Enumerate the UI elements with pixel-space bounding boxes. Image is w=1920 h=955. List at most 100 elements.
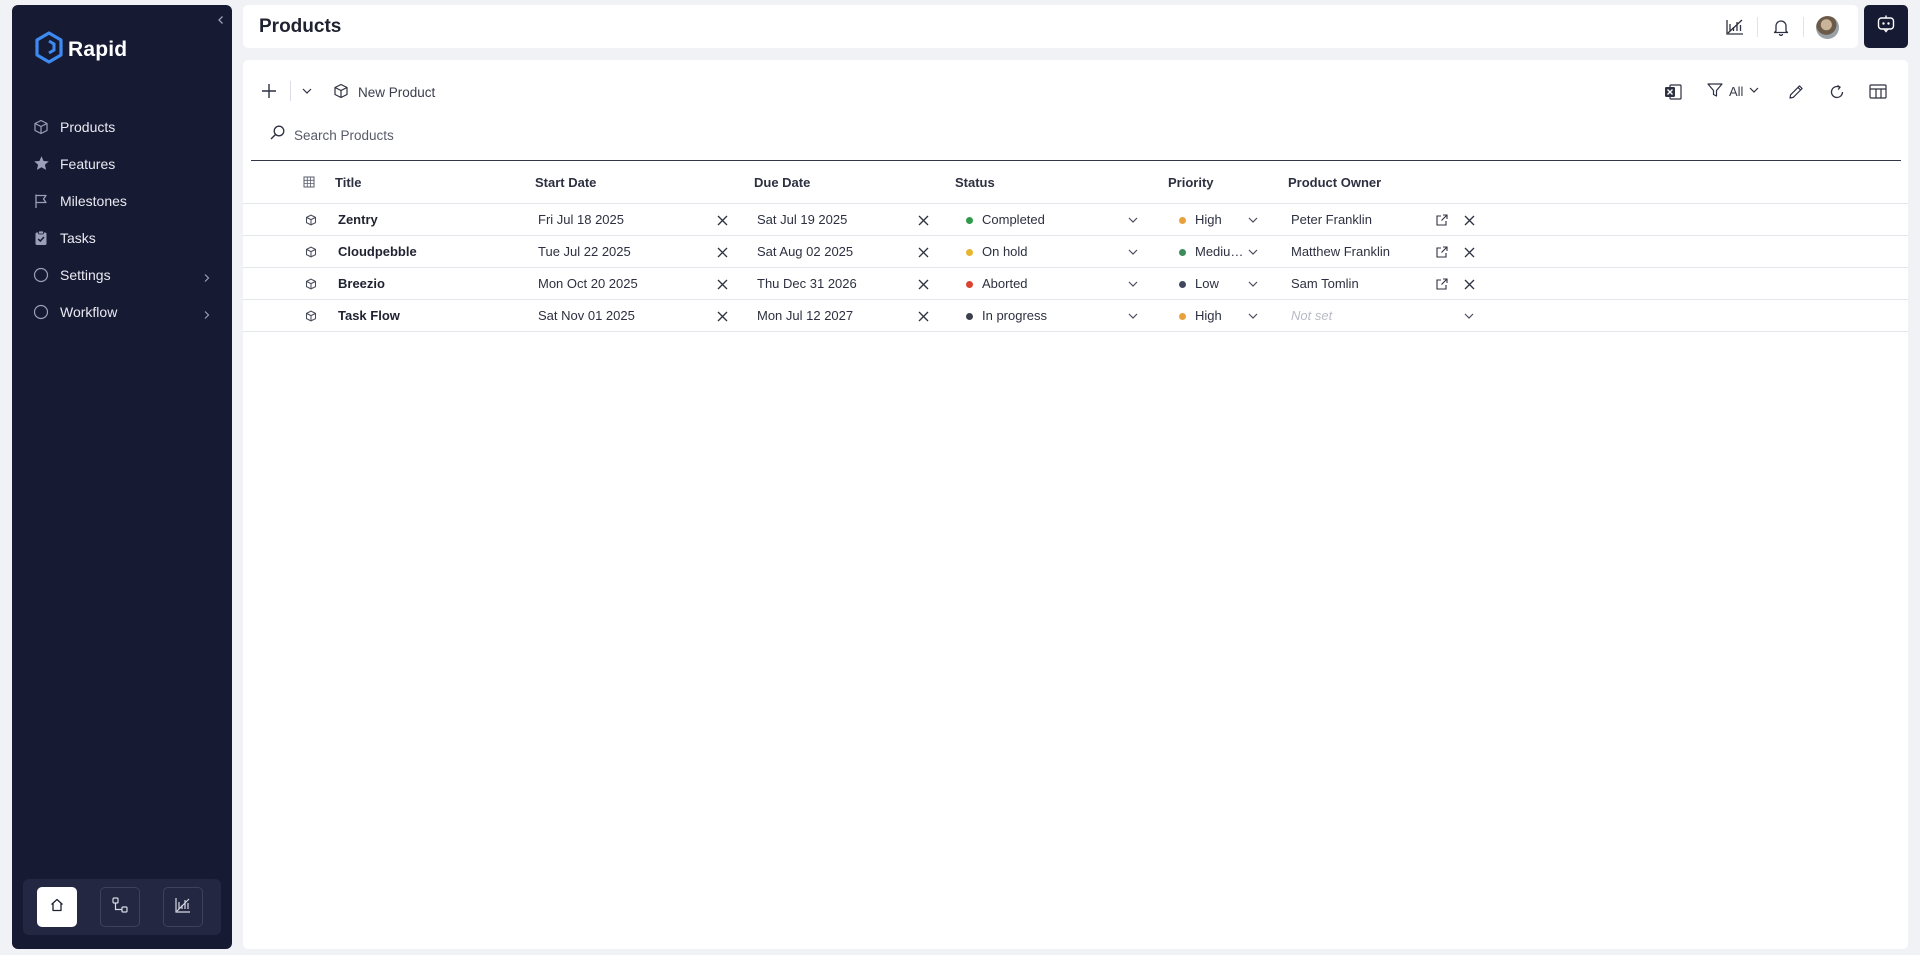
column-header-title[interactable]: Title — [335, 175, 362, 190]
clear-due-date-icon[interactable] — [915, 212, 931, 228]
priority-chevron-down-icon[interactable] — [1245, 212, 1261, 228]
owner-chevron-down-icon[interactable] — [1461, 308, 1477, 324]
due-date-field[interactable]: Sat Jul 19 2025 — [757, 212, 847, 227]
clear-owner-icon[interactable] — [1461, 276, 1477, 292]
sidebar-item-workflow[interactable]: Workflow — [12, 293, 232, 330]
status-chevron-down-icon[interactable] — [1125, 308, 1141, 324]
clear-start-date-icon[interactable] — [714, 212, 730, 228]
home-button[interactable] — [37, 887, 77, 927]
collapse-sidebar-icon[interactable] — [214, 13, 228, 27]
excel-export-icon[interactable] — [1661, 80, 1685, 104]
bell-icon[interactable] — [1769, 15, 1793, 39]
priority-value[interactable]: Low — [1195, 276, 1219, 291]
clear-start-date-icon[interactable] — [714, 244, 730, 260]
app-logo[interactable]: Rapid — [34, 31, 127, 69]
filter-dropdown[interactable]: All — [1706, 81, 1760, 102]
due-date-field[interactable]: Thu Dec 31 2026 — [757, 276, 857, 291]
status-chevron-down-icon[interactable] — [1125, 276, 1141, 292]
sidebar-item-features[interactable]: Features — [12, 145, 232, 182]
star-icon — [31, 154, 51, 174]
top-header: Products — [243, 5, 1858, 48]
sidebar-item-tasks[interactable]: Tasks — [12, 219, 232, 256]
column-header-status[interactable]: Status — [955, 175, 995, 190]
status-value[interactable]: In progress — [982, 308, 1047, 323]
start-date-field[interactable]: Mon Oct 20 2025 — [538, 276, 638, 291]
due-date-field[interactable]: Sat Aug 02 2025 — [757, 244, 853, 259]
new-product-label: New Product — [358, 84, 436, 100]
priority-chevron-down-icon[interactable] — [1245, 308, 1261, 324]
sidebar-item-products[interactable]: Products — [12, 108, 232, 145]
clipboard-check-icon — [31, 228, 51, 248]
priority-chevron-down-icon[interactable] — [1245, 276, 1261, 292]
chart-icon[interactable] — [1723, 15, 1747, 39]
table-header: Title Start Date Due Date Status Priorit… — [243, 161, 1908, 204]
sidebar-item-milestones[interactable]: Milestones — [12, 182, 232, 219]
product-owner-value[interactable]: Sam Tomlin — [1291, 276, 1359, 291]
assistant-button[interactable] — [1864, 5, 1908, 48]
priority-color-dot — [1179, 281, 1186, 288]
product-title[interactable]: Task Flow — [338, 308, 400, 323]
divider — [1757, 17, 1758, 37]
new-product-button[interactable]: New Product — [333, 81, 435, 103]
avatar[interactable] — [1816, 16, 1839, 39]
due-date-field[interactable]: Mon Jul 12 2027 — [757, 308, 853, 323]
app-name: Rapid — [68, 38, 128, 61]
sidebar-item-label: Settings — [60, 266, 111, 283]
chat-bot-icon — [1876, 14, 1896, 39]
column-header-due-date[interactable]: Due Date — [754, 175, 810, 190]
open-link-icon[interactable] — [1434, 212, 1450, 228]
add-button[interactable] — [257, 79, 281, 103]
column-header-start-date[interactable]: Start Date — [535, 175, 596, 190]
priority-color-dot — [1179, 217, 1186, 224]
clear-due-date-icon[interactable] — [915, 308, 931, 324]
workflow-diagram-button[interactable] — [100, 887, 140, 927]
priority-value[interactable]: High — [1195, 308, 1222, 323]
status-value[interactable]: Aborted — [982, 276, 1028, 291]
clear-due-date-icon[interactable] — [915, 244, 931, 260]
divider — [1803, 17, 1804, 37]
grid-icon[interactable] — [301, 174, 317, 190]
product-title[interactable]: Breezio — [338, 276, 385, 291]
clear-due-date-icon[interactable] — [915, 276, 931, 292]
sidebar-nav: Products Features Milestones Tasks Setti… — [12, 108, 232, 330]
clear-owner-icon[interactable] — [1461, 244, 1477, 260]
sidebar-item-label: Products — [60, 118, 116, 135]
priority-chevron-down-icon[interactable] — [1245, 244, 1261, 260]
status-value[interactable]: On hold — [982, 244, 1028, 259]
product-owner-value[interactable]: Matthew Franklin — [1291, 244, 1390, 259]
refresh-icon[interactable] — [1825, 80, 1849, 104]
product-title[interactable]: Zentry — [338, 212, 378, 227]
priority-value[interactable]: High — [1195, 212, 1222, 227]
column-header-priority[interactable]: Priority — [1168, 175, 1214, 190]
table-row[interactable]: Zentry Fri Jul 18 2025 Sat Jul 19 2025 Comp… — [243, 204, 1908, 236]
product-title[interactable]: Cloudpebble — [338, 244, 417, 259]
start-date-field[interactable]: Sat Nov 01 2025 — [538, 308, 635, 323]
analytics-button[interactable] — [163, 887, 203, 927]
table-row[interactable]: Cloudpebble Tue Jul 22 2025 Sat Aug 02 202… — [243, 236, 1908, 268]
status-chevron-down-icon[interactable] — [1125, 244, 1141, 260]
product-owner-value[interactable]: Not set — [1291, 308, 1332, 323]
table-row[interactable]: Task Flow Sat Nov 01 2025 Mon Jul 12 2027 I… — [243, 300, 1908, 332]
product-owner-value[interactable]: Peter Franklin — [1291, 212, 1372, 227]
table-settings-icon[interactable] — [1866, 80, 1890, 104]
priority-value[interactable]: Mediu… — [1195, 244, 1243, 259]
search-input[interactable] — [294, 127, 694, 143]
open-link-icon[interactable] — [1434, 244, 1450, 260]
clear-start-date-icon[interactable] — [714, 276, 730, 292]
search-icon — [269, 124, 286, 146]
sidebar-item-settings[interactable]: Settings — [12, 256, 232, 293]
edit-pencil-icon[interactable] — [1784, 80, 1808, 104]
start-date-field[interactable]: Fri Jul 18 2025 — [538, 212, 624, 227]
status-chevron-down-icon[interactable] — [1125, 212, 1141, 228]
status-value[interactable]: Completed — [982, 212, 1045, 227]
clear-owner-icon[interactable] — [1461, 212, 1477, 228]
sidebar: Rapid Products Features Milestones Tasks — [12, 5, 232, 949]
table-row[interactable]: Breezio Mon Oct 20 2025 Thu Dec 31 2026 Abo… — [243, 268, 1908, 300]
add-dropdown-chevron-icon[interactable] — [295, 79, 319, 103]
chevron-right-icon — [202, 270, 212, 282]
start-date-field[interactable]: Tue Jul 22 2025 — [538, 244, 631, 259]
column-header-product-owner[interactable]: Product Owner — [1288, 175, 1381, 190]
divider — [290, 81, 291, 101]
open-link-icon[interactable] — [1434, 276, 1450, 292]
clear-start-date-icon[interactable] — [714, 308, 730, 324]
